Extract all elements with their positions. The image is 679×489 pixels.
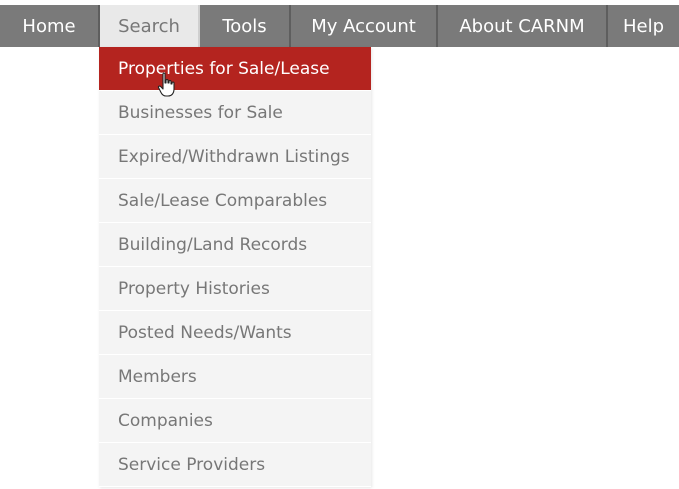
menu-item-properties-for-sale-lease[interactable]: Properties for Sale/Lease <box>99 47 371 91</box>
nav-my-account[interactable]: My Account <box>291 5 438 47</box>
search-dropdown-menu: Properties for Sale/Lease Businesses for… <box>99 47 371 487</box>
menu-item-sale-lease-comparables[interactable]: Sale/Lease Comparables <box>99 179 371 223</box>
menu-item-companies[interactable]: Companies <box>99 399 371 443</box>
nav-tools[interactable]: Tools <box>200 5 291 47</box>
menu-item-expired-withdrawn-listings[interactable]: Expired/Withdrawn Listings <box>99 135 371 179</box>
nav-help[interactable]: Help <box>608 5 679 47</box>
menu-item-service-providers[interactable]: Service Providers <box>99 443 371 487</box>
menu-item-building-land-records[interactable]: Building/Land Records <box>99 223 371 267</box>
nav-home[interactable]: Home <box>0 5 100 47</box>
menu-item-members[interactable]: Members <box>99 355 371 399</box>
main-navigation-bar: Home Search Tools My Account About CARNM… <box>0 0 679 47</box>
menu-item-property-histories[interactable]: Property Histories <box>99 267 371 311</box>
menu-item-businesses-for-sale[interactable]: Businesses for Sale <box>99 91 371 135</box>
menu-item-posted-needs-wants[interactable]: Posted Needs/Wants <box>99 311 371 355</box>
nav-about-carnm[interactable]: About CARNM <box>438 5 608 47</box>
nav-search[interactable]: Search <box>100 5 200 47</box>
